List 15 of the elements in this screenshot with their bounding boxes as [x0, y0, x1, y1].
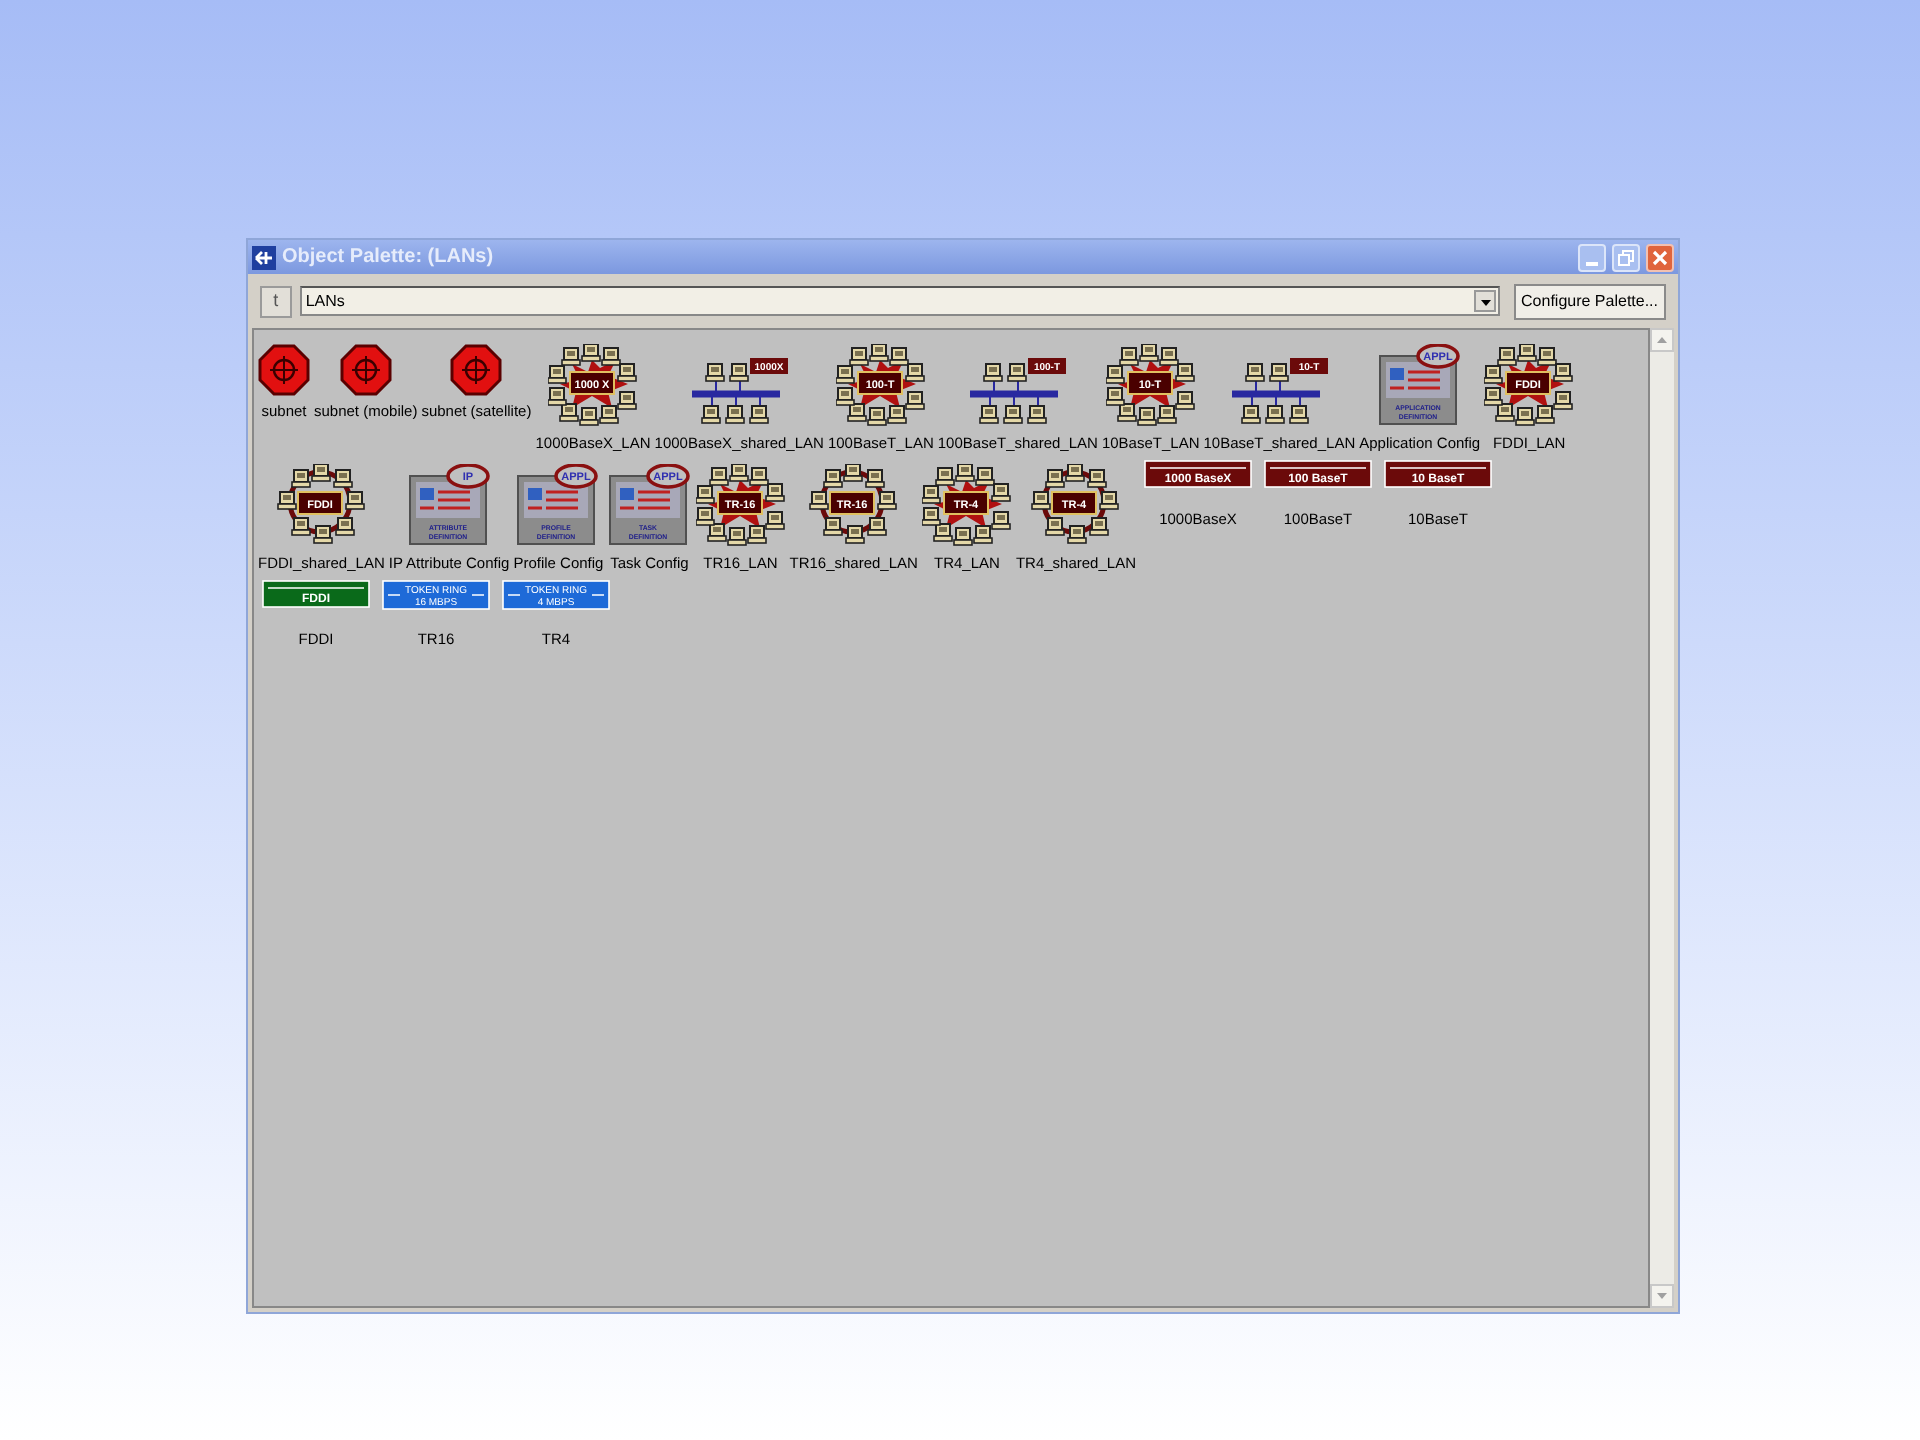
restore-icon [1618, 249, 1634, 265]
minimize-button[interactable] [1578, 243, 1606, 271]
dropdown-value: LANs [303, 289, 347, 313]
close-button[interactable] [1646, 243, 1674, 271]
subnet-icon [450, 344, 503, 396]
subnet-icon [258, 344, 310, 396]
up-button[interactable]: t [260, 285, 292, 317]
restore-button[interactable] [1612, 243, 1640, 271]
vertical-scrollbar[interactable] [1650, 328, 1674, 1308]
palette-dropdown[interactable]: LANs [299, 286, 1500, 316]
close-icon [1652, 249, 1668, 265]
app-icon [252, 245, 276, 269]
configure-palette-button[interactable]: Configure Palette... [1513, 283, 1666, 319]
window-title: Object Palette: (LANs) [282, 244, 496, 272]
subnet-icon [339, 344, 392, 396]
